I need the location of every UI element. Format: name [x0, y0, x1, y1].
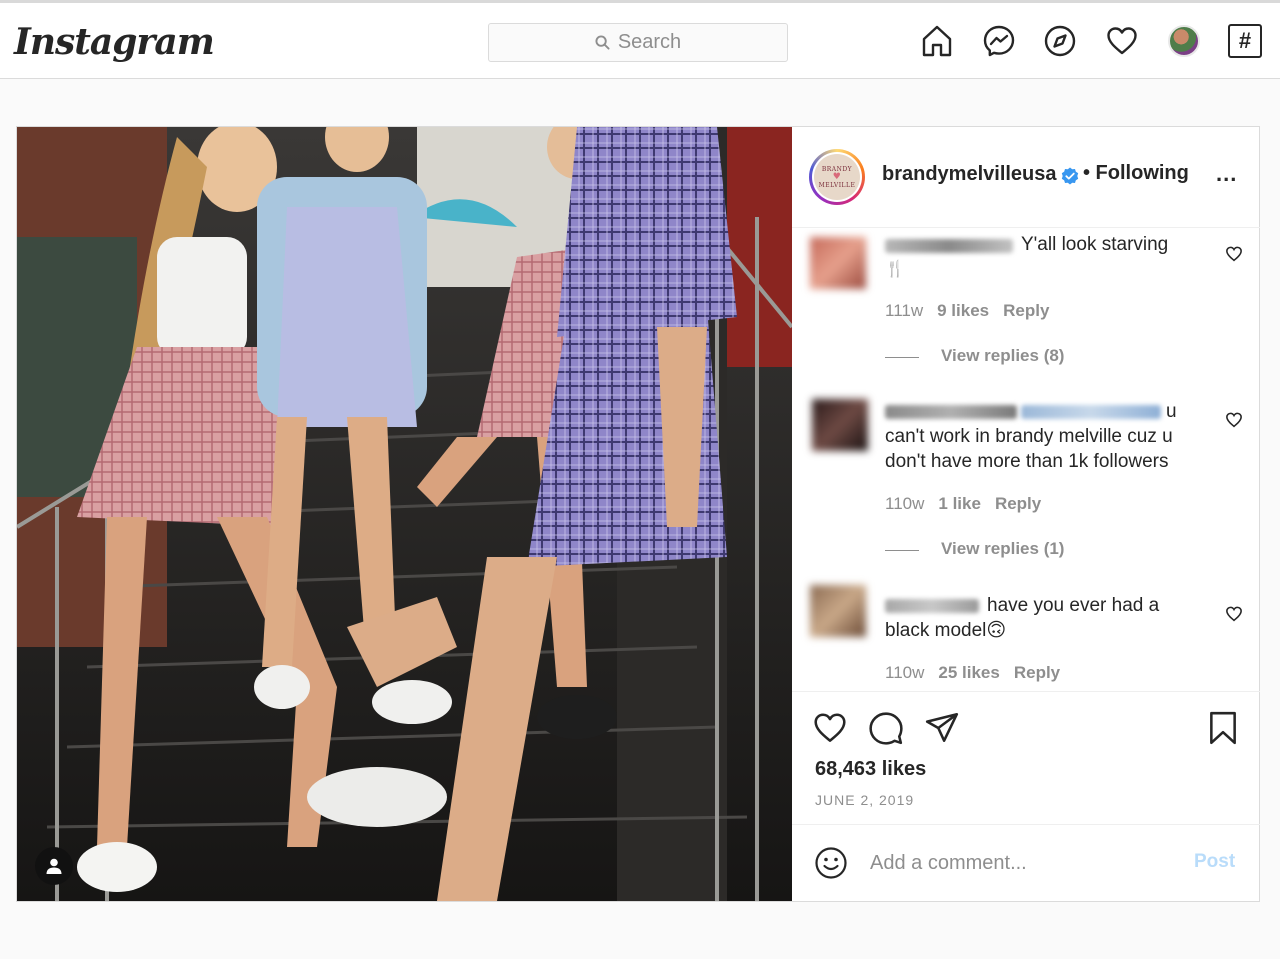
commenter-username-redacted[interactable] [885, 599, 979, 613]
comment-text: u [1166, 401, 1177, 422]
commenter-avatar[interactable] [812, 399, 868, 451]
profile-avatar[interactable] [1168, 25, 1200, 57]
comments-list: Y'all look starving 🍴 111w 9 likes Reply V… [792, 229, 1260, 691]
comment-text: don't have more than 1k followers [885, 451, 1169, 472]
verified-badge-icon [1061, 167, 1079, 185]
home-icon[interactable] [919, 23, 955, 59]
share-paper-plane-icon[interactable] [924, 710, 960, 746]
tagged-users-button[interactable] [35, 847, 73, 885]
following-status-button[interactable]: • Following [1083, 162, 1189, 185]
search-box[interactable]: Search [488, 23, 788, 62]
post-date[interactable]: JUNE 2, 2019 [815, 792, 914, 808]
post-comment-button[interactable]: Post [1194, 851, 1235, 873]
comment-meta: 110w 1 like Reply [885, 494, 1041, 514]
hashtag-icon[interactable]: # [1228, 24, 1262, 58]
comment-age: 110w [885, 663, 925, 682]
like-heart-icon[interactable] [812, 710, 848, 746]
comment-like-heart-icon[interactable] [1225, 245, 1243, 263]
instagram-logo[interactable]: Instagram [14, 21, 215, 63]
commenter-username-redacted[interactable] [885, 405, 1017, 419]
post-sidebar: BRANDY ♥ MELVILLE brandymelvilleusa • Fo… [792, 127, 1260, 901]
comment-reply-button[interactable]: Reply [1014, 663, 1060, 682]
brand-logo-avatar: BRANDY ♥ MELVILLE [814, 154, 860, 200]
save-bookmark-icon[interactable] [1205, 710, 1241, 746]
comment-reply-button[interactable]: Reply [995, 494, 1041, 513]
comment-age: 110w [885, 494, 925, 513]
add-comment-input[interactable] [870, 845, 1170, 881]
comment-bubble-icon[interactable] [868, 710, 904, 746]
comment-likes[interactable]: 9 likes [937, 301, 989, 320]
messenger-icon[interactable] [981, 23, 1017, 59]
comment-text: have you ever had a [987, 595, 1160, 616]
more-options-button[interactable]: ... [1216, 161, 1237, 187]
comment-like-heart-icon[interactable] [1225, 605, 1243, 623]
user-icon [46, 858, 62, 874]
comment-age: 111w [885, 301, 924, 320]
mentioned-user-redacted[interactable] [1021, 405, 1161, 419]
comment-meta: 111w 9 likes Reply [885, 301, 1049, 321]
explore-compass-icon[interactable] [1042, 23, 1078, 59]
likes-count[interactable]: 68,463 likes [815, 758, 926, 781]
view-replies-button[interactable]: View replies (8) [941, 346, 1064, 366]
comment-reply-button[interactable]: Reply [1003, 301, 1049, 320]
post-card: BRANDY ♥ MELVILLE brandymelvilleusa • Fo… [16, 126, 1260, 902]
view-replies-divider [885, 550, 919, 551]
comment-meta: 110w 25 likes Reply [885, 663, 1060, 683]
comment-text-emoji: 🍴 [885, 261, 905, 278]
account-username[interactable]: brandymelvilleusa [882, 163, 1057, 186]
comment-likes[interactable]: 1 like [938, 494, 981, 513]
post-actions: 68,463 likes JUNE 2, 2019 [792, 691, 1260, 824]
emoji-smiley-icon[interactable] [814, 846, 848, 880]
add-comment-section: Post [792, 824, 1260, 901]
comment-text: Y'all look starving [1021, 234, 1169, 255]
commenter-username-redacted[interactable] [885, 239, 1013, 253]
heart-mark-icon: ♥ [832, 171, 842, 182]
comment-likes[interactable]: 25 likes [938, 663, 999, 682]
post-photo[interactable] [17, 127, 792, 901]
search-placeholder: Search [617, 31, 682, 53]
post-photo-illustration [17, 127, 792, 901]
view-replies-button[interactable]: View replies (1) [941, 539, 1064, 559]
post-header: BRANDY ♥ MELVILLE brandymelvilleusa • Fo… [792, 127, 1260, 228]
account-avatar[interactable]: BRANDY ♥ MELVILLE [809, 149, 865, 205]
comment-text: can't work in brandy melville cuz u [885, 426, 1173, 447]
search-icon [595, 35, 610, 50]
view-replies-divider [885, 357, 919, 358]
comment-text: black model🙃 [885, 620, 1007, 641]
commenter-avatar[interactable] [810, 585, 866, 637]
activity-heart-icon[interactable] [1104, 23, 1140, 59]
top-navigation-bar: Instagram Search # [0, 0, 1280, 79]
commenter-avatar[interactable] [810, 237, 866, 289]
comment-like-heart-icon[interactable] [1225, 411, 1243, 429]
